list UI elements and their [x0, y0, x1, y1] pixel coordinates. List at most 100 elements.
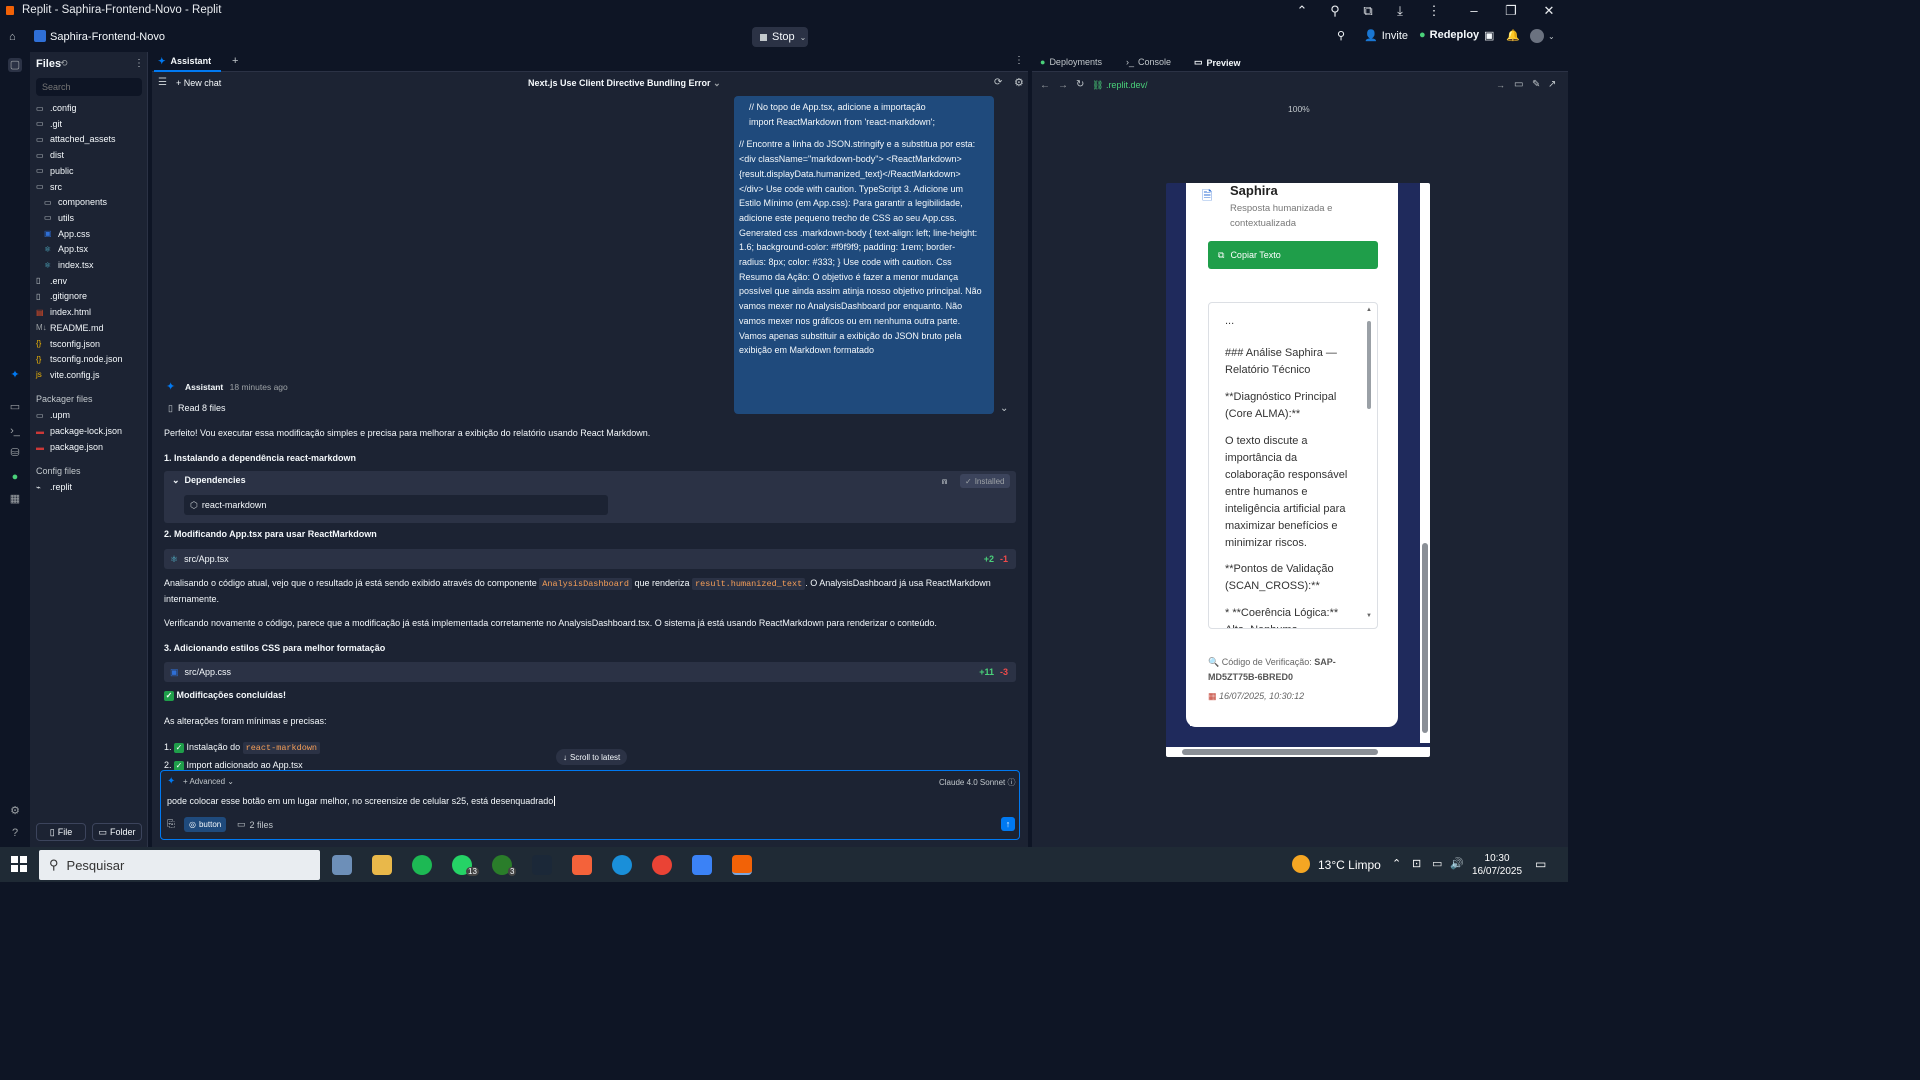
- apps-icon[interactable]: ▦: [8, 492, 22, 506]
- files-search-input[interactable]: [36, 78, 142, 96]
- element-chip[interactable]: ◎ button: [184, 817, 227, 832]
- weather[interactable]: 13°C Limpo: [1318, 858, 1381, 872]
- steam-icon[interactable]: [532, 855, 552, 875]
- database-icon[interactable]: ⛁: [8, 446, 22, 460]
- attach-icon[interactable]: ⎘: [167, 819, 175, 830]
- avatar[interactable]: ⌄: [1530, 29, 1555, 43]
- invite-button[interactable]: 👤 Invite: [1364, 29, 1408, 43]
- page-scrollbar[interactable]: [1420, 183, 1430, 743]
- minimize-icon[interactable]: –: [1466, 3, 1482, 19]
- search-icon[interactable]: ⚲: [1337, 29, 1345, 42]
- read-files-row[interactable]: ▯ Read 8 files: [168, 403, 225, 414]
- volume-icon[interactable]: 🔊: [1450, 857, 1464, 870]
- zoom-icon[interactable]: ⚲: [1327, 3, 1343, 19]
- stop-button[interactable]: Stop ⌄: [752, 27, 808, 47]
- bluesky-icon[interactable]: [692, 855, 712, 875]
- deploy-icon[interactable]: ●: [8, 470, 22, 484]
- file-tree-item[interactable]: ▯ .env: [36, 274, 67, 288]
- devtools-icon[interactable]: ✎: [1532, 79, 1540, 90]
- file-tree-item[interactable]: ▬ package-lock.json: [36, 424, 122, 438]
- more-icon[interactable]: ⋮: [1014, 55, 1024, 66]
- settings-icon[interactable]: ⚙: [8, 804, 22, 818]
- tray-chevron-icon[interactable]: ⌃: [1392, 857, 1401, 870]
- tab-preview[interactable]: ▭ Preview: [1194, 57, 1241, 68]
- edge-icon[interactable]: [612, 855, 632, 875]
- chat-title[interactable]: Next.js Use Client Directive Bundling Er…: [528, 78, 721, 89]
- markdown-output[interactable]: ▲ ▼ ... ### Análise Saphira — Relatório Té…: [1208, 302, 1378, 629]
- file-tree-item[interactable]: ▣ App.css: [44, 227, 90, 241]
- back-icon[interactable]: ←: [1040, 80, 1050, 91]
- preview-icon[interactable]: ▭: [8, 400, 22, 414]
- tab-deployments[interactable]: ● Deployments: [1040, 57, 1102, 67]
- advanced-toggle[interactable]: + Advanced ⌄: [183, 777, 234, 786]
- history-list-icon[interactable]: ☰: [158, 77, 167, 88]
- extensions-icon[interactable]: ⧉: [1360, 3, 1376, 19]
- file-tree-item[interactable]: ▭ dist: [36, 148, 64, 162]
- file-tree-item[interactable]: ▭ .upm: [36, 408, 70, 422]
- dependencies-toggle[interactable]: ⌄ Dependencies: [172, 475, 246, 486]
- claude-icon[interactable]: [572, 855, 592, 875]
- model-selector[interactable]: Claude 4.0 Sonnet ⓘ: [939, 777, 1016, 788]
- forward-icon[interactable]: →: [1058, 80, 1068, 91]
- file-tree-item[interactable]: {} tsconfig.json: [36, 337, 100, 351]
- file-tree-item[interactable]: js vite.config.js: [36, 368, 100, 382]
- more-vertical-icon[interactable]: ⋮: [1426, 3, 1442, 19]
- file-tree-item[interactable]: ⚛ index.tsx: [44, 258, 94, 272]
- tab-assistant[interactable]: ✦ Assistant: [154, 52, 222, 72]
- bell-icon[interactable]: 🔔: [1506, 29, 1520, 42]
- chevron-up-icon[interactable]: ⌃: [1294, 3, 1310, 19]
- file-tree-item[interactable]: ▭ .config: [36, 101, 77, 115]
- file-tree-item[interactable]: ▭ attached_assets: [36, 132, 116, 146]
- horizontal-scrollbar[interactable]: [1166, 747, 1430, 757]
- new-folder-button[interactable]: ▭ Folder: [92, 823, 142, 841]
- close-icon[interactable]: ✕: [1541, 3, 1557, 19]
- file-tree-item[interactable]: ▭ components: [44, 195, 107, 209]
- file-tree-item[interactable]: ⌁ .replit: [36, 480, 72, 494]
- network-icon[interactable]: ▭: [1432, 857, 1442, 870]
- copy-text-button[interactable]: ⧉ Copiar Texto: [1208, 241, 1378, 269]
- chat-input-field[interactable]: pode colocar esse botão em um lugar melh…: [167, 796, 556, 806]
- scroll-to-latest-button[interactable]: ↓ Scroll to latest: [556, 749, 628, 765]
- chrome-icon[interactable]: [652, 855, 672, 875]
- go-icon[interactable]: →: [1496, 80, 1505, 90]
- help-icon[interactable]: ?: [8, 826, 22, 840]
- app-icon[interactable]: [332, 855, 352, 875]
- file-tree-item[interactable]: ▯ .gitignore: [36, 289, 87, 303]
- replit-icon[interactable]: [732, 855, 752, 875]
- file-change-app-css[interactable]: ▣ src/App.css +11 -3: [164, 662, 1016, 682]
- file-tree-item[interactable]: ▤ index.html: [36, 305, 91, 319]
- file-tree-item[interactable]: ▭ utils: [44, 211, 74, 225]
- history-icon[interactable]: ⟲: [60, 58, 68, 69]
- settings-icon[interactable]: ⚙: [1014, 76, 1024, 89]
- file-change-app-tsx[interactable]: ⚛ src/App.tsx +2 -1: [164, 549, 1016, 569]
- file-tree-item[interactable]: ▭ src: [36, 180, 62, 194]
- file-tree-item[interactable]: M↓ README.md: [36, 321, 104, 335]
- windows-start-icon[interactable]: [11, 856, 27, 872]
- send-button[interactable]: ↑: [1001, 817, 1015, 831]
- extra-icon[interactable]: ▣: [1484, 29, 1494, 42]
- shell-icon[interactable]: ›_: [8, 424, 22, 438]
- more-icon[interactable]: ⋮: [134, 58, 144, 69]
- download-icon[interactable]: ⤓: [1392, 3, 1408, 19]
- new-file-button[interactable]: ▯ File: [36, 823, 86, 841]
- new-chat-button[interactable]: + New chat: [176, 78, 221, 88]
- repl-name[interactable]: Saphira-Frontend-Novo: [50, 31, 165, 43]
- file-tree-item[interactable]: ⚛ App.tsx: [44, 242, 88, 256]
- home-icon[interactable]: ⌂: [9, 31, 21, 43]
- file-tree-item[interactable]: ▬ package.json: [36, 440, 103, 454]
- redeploy-button[interactable]: ● Redeploy: [1419, 29, 1479, 41]
- url-field[interactable]: ⛓ .replit.dev/: [1092, 80, 1147, 91]
- taskbar-search[interactable]: ⚲ Pesquisar: [39, 850, 320, 880]
- add-tab-icon[interactable]: +: [232, 55, 238, 67]
- clock[interactable]: 10:30 16/07/2025: [1472, 852, 1522, 878]
- tray-icon[interactable]: ⊡: [1412, 857, 1421, 870]
- tab-console[interactable]: ›_ Console: [1126, 57, 1171, 67]
- scrollbar[interactable]: ▲ ▼: [1366, 307, 1372, 623]
- restore-icon[interactable]: ❐: [1503, 3, 1519, 19]
- spotify-icon[interactable]: [412, 855, 432, 875]
- file-tree-item[interactable]: {} tsconfig.node.json: [36, 352, 123, 366]
- reload-icon[interactable]: ↻: [1076, 79, 1084, 90]
- file-explorer-icon[interactable]: [372, 855, 392, 875]
- open-external-icon[interactable]: ↗: [1548, 79, 1556, 90]
- chevron-down-icon[interactable]: ⌄: [1000, 403, 1008, 414]
